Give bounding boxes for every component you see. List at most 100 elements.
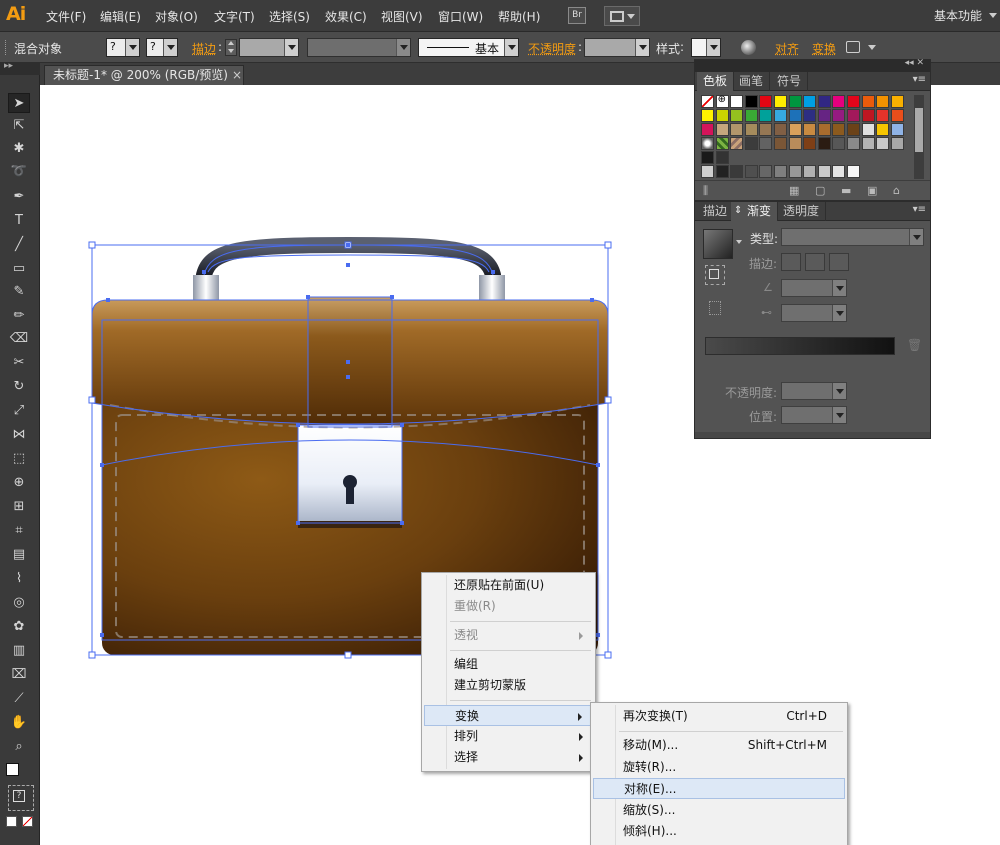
panel-menu-icon[interactable]: ▾≡ (913, 74, 926, 85)
color-swatch[interactable] (730, 123, 743, 136)
color-swatch[interactable] (745, 165, 758, 178)
pattern-swatch[interactable] (716, 137, 729, 150)
arrange-documents-button[interactable] (604, 6, 640, 26)
color-swatch[interactable] (891, 137, 904, 150)
stroke-swatch[interactable]: ? (146, 38, 178, 57)
stop-opacity-input[interactable] (781, 382, 847, 400)
rectangle-tool-icon[interactable]: ▭ (8, 259, 30, 279)
stroke-across-icon[interactable] (829, 253, 849, 271)
free-transform-tool-icon[interactable]: ⬚ (8, 449, 30, 469)
color-swatch[interactable] (891, 109, 904, 122)
chevron-down-icon[interactable] (706, 39, 720, 56)
color-swatch[interactable] (803, 95, 816, 108)
scale-tool-icon[interactable]: ⤢ (8, 401, 30, 421)
color-swatch[interactable] (876, 95, 889, 108)
chevron-down-icon[interactable] (832, 407, 846, 423)
gradient-type-dropdown[interactable] (781, 228, 924, 246)
default-fill-stroke-icon[interactable] (6, 763, 19, 776)
chevron-down-icon[interactable] (832, 280, 846, 296)
color-swatch[interactable] (818, 123, 831, 136)
color-swatch[interactable] (745, 95, 758, 108)
color-swatch[interactable] (774, 165, 787, 178)
scroll-thumb[interactable] (915, 108, 923, 152)
chevron-down-icon[interactable] (989, 13, 997, 18)
color-swatch[interactable] (716, 123, 729, 136)
color-swatch[interactable] (818, 165, 831, 178)
tab-swatches[interactable]: 色板 (697, 72, 734, 91)
eraser-tool-icon[interactable]: ⌫ (8, 329, 30, 349)
color-swatch[interactable] (774, 95, 787, 108)
aspect-ratio-input[interactable] (781, 304, 847, 322)
fill-swatch[interactable]: ? (106, 38, 140, 57)
color-swatch[interactable] (759, 137, 772, 150)
trash-icon[interactable]: 🗑 (907, 338, 922, 352)
chevron-down-icon[interactable] (284, 39, 298, 56)
color-swatch[interactable] (759, 165, 772, 178)
isolate-group-icon[interactable] (846, 41, 860, 53)
color-swatch[interactable] (876, 137, 889, 150)
stroke-panel-link[interactable]: 描边 (192, 40, 216, 57)
color-swatch[interactable] (759, 95, 772, 108)
paintbrush-tool-icon[interactable]: ✎ (8, 282, 30, 302)
menu-item-arrange[interactable]: 排列 (424, 726, 593, 747)
color-swatch[interactable] (774, 123, 787, 136)
color-swatch[interactable] (891, 95, 904, 108)
lasso-tool-icon[interactable]: ➰ (8, 162, 30, 182)
color-swatch[interactable] (730, 95, 743, 108)
color-swatch[interactable] (716, 165, 729, 178)
gradient-tool-icon[interactable]: ▤ (8, 545, 30, 565)
stroke-along-icon[interactable] (805, 253, 825, 271)
menu-file[interactable]: 文件(F) (46, 8, 86, 25)
registration-swatch-icon[interactable]: ⊕ (716, 95, 729, 108)
new-swatch-icon[interactable]: ▣ (867, 184, 877, 197)
pen-tool-icon[interactable]: ✒ (8, 187, 30, 207)
menu-item-shear[interactable]: 倾斜(H)... (593, 821, 845, 842)
menu-type[interactable]: 文字(T) (214, 8, 255, 25)
color-swatch[interactable] (832, 165, 845, 178)
pattern-swatch[interactable] (701, 137, 714, 150)
color-swatch[interactable] (862, 123, 875, 136)
color-swatch[interactable] (745, 109, 758, 122)
chevron-down-icon[interactable] (868, 45, 876, 50)
color-swatch[interactable] (832, 137, 845, 150)
menu-view[interactable]: 视图(V) (381, 8, 423, 25)
menu-item-clipping-mask[interactable]: 建立剪切蒙版 (424, 675, 593, 696)
artboard-tool-icon[interactable]: ⌧ (8, 665, 30, 685)
direct-selection-tool-icon[interactable]: ⇱ (8, 116, 30, 136)
color-swatch[interactable] (803, 109, 816, 122)
color-swatch[interactable] (730, 109, 743, 122)
tools-panel-header[interactable]: ▸▸ (0, 63, 40, 75)
color-swatch[interactable] (876, 123, 889, 136)
arrow-up-icon[interactable] (228, 41, 234, 45)
mesh-tool-icon[interactable]: ⌗ (8, 521, 30, 541)
color-swatch[interactable] (789, 137, 802, 150)
chevron-down-icon[interactable] (635, 39, 649, 56)
workspace-switcher[interactable]: 基本功能 (934, 7, 982, 24)
document-tab[interactable]: 未标题-1* @ 200% (RGB/预览) × (44, 65, 244, 85)
magic-wand-tool-icon[interactable]: ✱ (8, 139, 30, 159)
menu-item-transform-again[interactable]: 再次变换(T) Ctrl+D (593, 706, 845, 727)
menu-item-transform[interactable]: 变换 (424, 705, 593, 726)
menu-item-undo-paste-front[interactable]: 还原贴在前面(U) (424, 575, 593, 596)
symbol-sprayer-tool-icon[interactable]: ✿ (8, 617, 30, 637)
align-link[interactable]: 对齐 (775, 40, 799, 57)
collapse-icon[interactable]: ▸▸ (4, 61, 13, 71)
show-kinds-icon[interactable]: ▦ (789, 184, 799, 197)
color-swatch[interactable] (862, 109, 875, 122)
color-swatch[interactable] (862, 95, 875, 108)
color-swatch[interactable] (818, 95, 831, 108)
color-swatch[interactable] (701, 151, 714, 164)
angle-input[interactable] (781, 279, 847, 297)
width-tool-icon[interactable]: ⋈ (8, 425, 30, 445)
new-color-group-icon[interactable]: ▬ (841, 184, 851, 197)
color-swatch[interactable] (730, 165, 743, 178)
color-swatch[interactable] (701, 109, 714, 122)
color-mode-icon[interactable] (6, 816, 17, 827)
chevron-down-icon[interactable] (396, 39, 410, 56)
color-swatch[interactable] (759, 123, 772, 136)
menu-window[interactable]: 窗口(W) (438, 8, 483, 25)
tab-brushes[interactable]: 画笔 (733, 72, 770, 91)
column-graph-tool-icon[interactable]: ▥ (8, 641, 30, 661)
panel-menu-icon[interactable]: ▾≡ (913, 204, 926, 215)
color-swatch[interactable] (876, 109, 889, 122)
